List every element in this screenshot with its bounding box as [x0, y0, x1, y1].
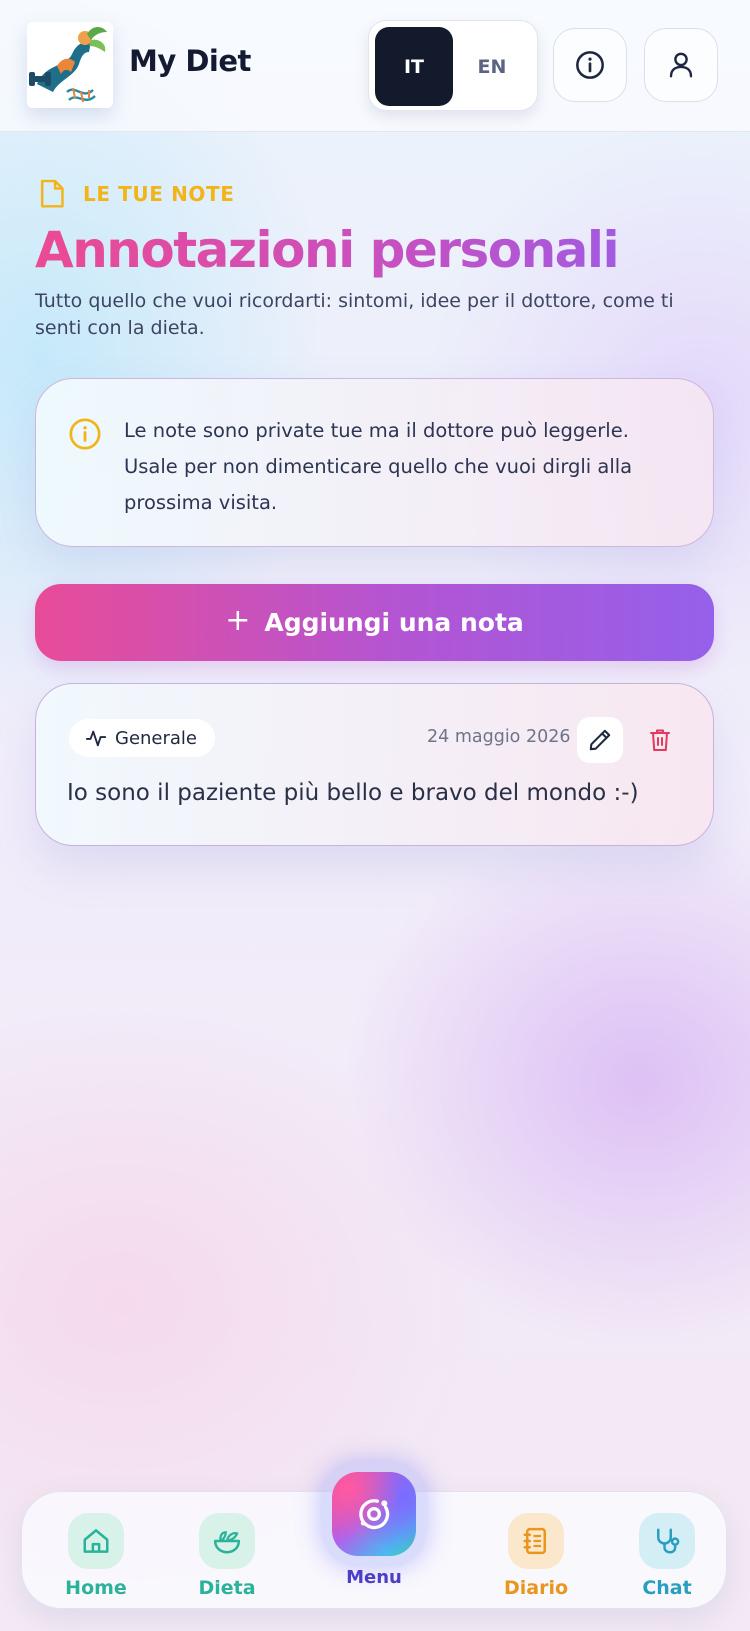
note-category-badge: Generale [69, 719, 216, 757]
pencil-icon [589, 729, 611, 751]
note-text: Io sono il paziente più bello e bravo de… [67, 780, 639, 806]
lang-option-en[interactable]: EN [453, 27, 531, 106]
info-button[interactable] [553, 28, 627, 102]
nav-item-home[interactable]: Home [41, 1492, 151, 1610]
home-icon [68, 1513, 124, 1569]
nav-label-menu: Menu [346, 1567, 402, 1588]
privacy-info-card: Le note sono private tue ma il dottore p… [35, 378, 714, 547]
logo-illustration [27, 22, 113, 108]
language-switch: IT EN [368, 20, 538, 111]
profile-button[interactable] [644, 28, 718, 102]
note-card[interactable]: Generale 24 maggio 2026 Io sono il pazie… [35, 683, 714, 846]
top-bar: My Diet IT EN [0, 0, 750, 132]
orbit-icon [359, 1499, 390, 1530]
info-text: Le note sono private tue ma il dottore p… [124, 419, 633, 514]
note-category-label: Generale [115, 727, 198, 749]
nav-item-diario[interactable]: Diario [481, 1492, 591, 1610]
section-eyebrow: LE TUE NOTE [37, 178, 235, 210]
page-subtitle: Tutto quello che vuoi ricordarti: sintom… [35, 290, 674, 339]
add-note-label: Aggiungi una nota [264, 608, 524, 637]
nav-label-diario: Diario [503, 1577, 569, 1599]
app-title: My Diet [129, 44, 251, 78]
note-file-icon [40, 179, 64, 208]
eyebrow-label: LE TUE NOTE [83, 182, 235, 206]
add-note-button[interactable]: + Aggiungi una nota [35, 584, 714, 661]
notebook-icon [508, 1513, 564, 1569]
page-title: Annotazioni personali [35, 218, 620, 282]
note-date: 24 maggio 2026 [427, 727, 571, 747]
trash-icon [650, 729, 670, 751]
app-logo[interactable] [27, 22, 113, 108]
nav-item-dieta[interactable]: Dieta [172, 1492, 282, 1610]
nav-label-chat: Chat [642, 1577, 692, 1599]
lang-option-it[interactable]: IT [375, 27, 453, 106]
edit-note-button[interactable] [577, 717, 623, 763]
menu-fab [332, 1472, 416, 1556]
delete-note-button[interactable] [637, 717, 683, 763]
nav-label-dieta: Dieta [198, 1577, 256, 1599]
activity-icon [85, 730, 107, 747]
salad-bowl-icon [199, 1513, 255, 1569]
info-circle-icon [69, 418, 101, 450]
menu-button[interactable] [322, 1462, 426, 1566]
nav-label-home: Home [65, 1577, 127, 1599]
stethoscope-icon [639, 1513, 695, 1569]
plus-icon: + [225, 603, 251, 638]
nav-item-chat[interactable]: Chat [612, 1492, 722, 1610]
info-icon [576, 51, 604, 79]
user-icon [669, 52, 693, 78]
